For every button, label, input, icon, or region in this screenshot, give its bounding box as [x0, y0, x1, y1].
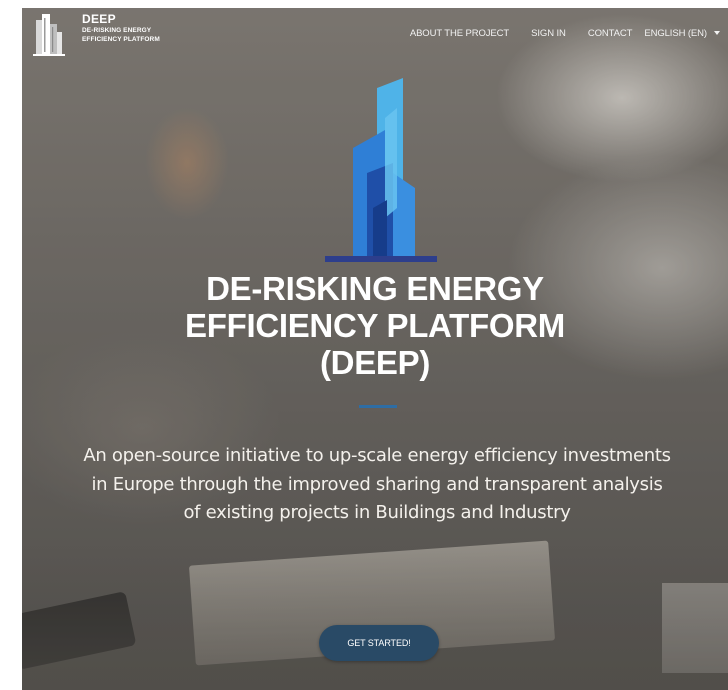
hero-subtitle: An open-source initiative to up-scale en… [83, 445, 671, 523]
brand-name: DEEP [82, 12, 116, 26]
hero-title-line3: (DEEP) [319, 344, 431, 381]
nav-about-the-project[interactable]: ABOUT THE PROJECT [410, 28, 509, 39]
title-divider [359, 405, 397, 408]
nav-sign-in[interactable]: SIGN IN [531, 28, 566, 39]
landing-page: DEEP DE-RISKING ENERGY EFFICIENCY PLATFO… [22, 8, 728, 690]
brand-home-link[interactable]: DEEP DE-RISKING ENERGY EFFICIENCY PLATFO… [30, 10, 160, 58]
get-started-button[interactable]: GET STARTED! [319, 625, 439, 661]
language-label: ENGLISH (EN) [644, 28, 707, 39]
brand-subtitle-line2: EFFICIENCY PLATFORM [82, 36, 160, 43]
brand-text: DEEP DE-RISKING ENERGY EFFICIENCY PLATFO… [82, 13, 160, 44]
language-selector[interactable]: ENGLISH (EN) [644, 28, 720, 39]
top-navbar: DEEP DE-RISKING ENERGY EFFICIENCY PLATFO… [22, 8, 728, 64]
hero-title-line2: EFFICIENCY PLATFORM [185, 307, 565, 344]
hero-title-line1: DE-RISKING ENERGY [206, 270, 544, 307]
building-icon [33, 14, 65, 56]
brand-subtitle-line1: DE-RISKING ENERGY [82, 27, 152, 34]
nav-contact[interactable]: CONTACT [588, 28, 633, 39]
skyscraper-logo-icon [325, 78, 437, 262]
hero-title: DE-RISKING ENERGY EFFICIENCY PLATFORM (D… [22, 270, 728, 381]
nav-links: ABOUT THE PROJECT SIGN IN CONTACT ENGLIS… [388, 28, 720, 39]
caret-down-icon [714, 31, 720, 36]
